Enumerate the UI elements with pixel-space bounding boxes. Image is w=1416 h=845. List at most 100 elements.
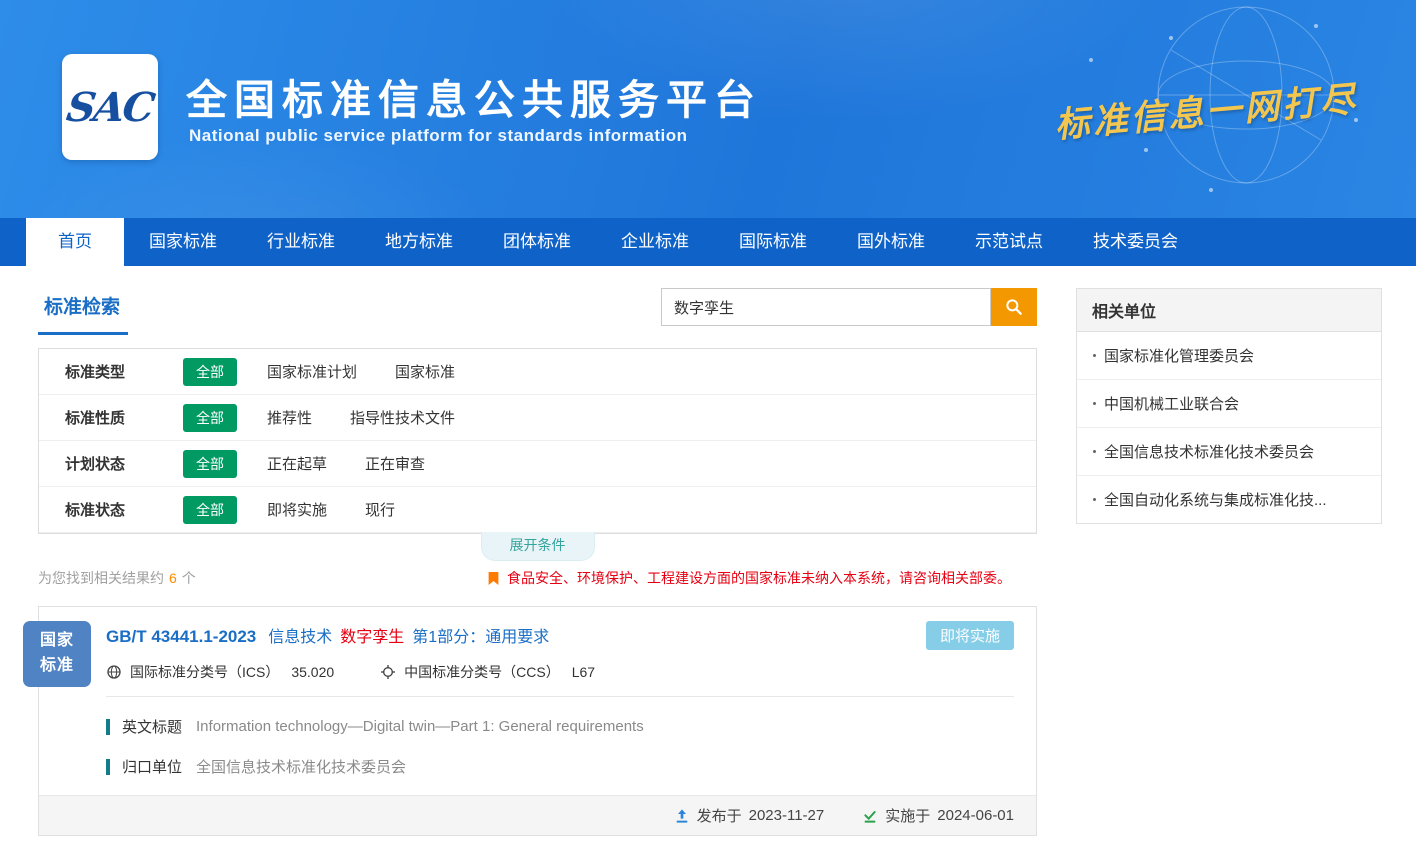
search-row: 标准检索: [38, 288, 1037, 334]
publish-upload-icon: [674, 808, 690, 824]
bullet-icon: [1093, 402, 1096, 405]
nav-item-industry-standards[interactable]: 行业标准: [242, 218, 360, 266]
nav-item-enterprise-standards[interactable]: 企业标准: [596, 218, 714, 266]
filter-label: 计划状态: [65, 453, 183, 474]
nav-item-international-standards[interactable]: 国际标准: [714, 218, 832, 266]
main-column: 标准检索 标准类型 全部 国家标准计划 国家: [38, 288, 1037, 836]
filter-panel: 标准类型 全部 国家标准计划 国家标准 标准性质 全部 推荐性 指导性技术文件 …: [38, 348, 1037, 534]
filter-row-plan-status: 计划状态 全部 正在起草 正在审查: [39, 441, 1036, 487]
results-count-number: 6: [169, 570, 177, 586]
dept-value: 全国信息技术标准化技术委员会: [196, 756, 406, 777]
card-footer: 发布于 2023-11-27 实施于 2024-06-01: [39, 795, 1036, 835]
publish-date: 2023-11-27: [749, 807, 825, 824]
search-icon: [1004, 297, 1024, 317]
related-units-panel: 相关单位 国家标准化管理委员会 中国机械工业联合会 全国信息技术标准化技术委员会…: [1076, 288, 1382, 524]
related-unit-link[interactable]: 中国机械工业联合会: [1077, 380, 1381, 428]
publish-date-item: 发布于 2023-11-27: [674, 805, 825, 826]
globe-icon: [106, 664, 122, 680]
filter-row-standard-status: 标准状态 全部 即将实施 现行: [39, 487, 1036, 533]
related-units-title: 相关单位: [1077, 289, 1381, 332]
crosshair-icon: [380, 664, 396, 680]
standard-type-badge: 国家标准: [23, 621, 91, 687]
content-area: 标准检索 标准类型 全部 国家标准计划 国家: [0, 266, 1416, 836]
search-box: [661, 288, 1037, 326]
related-unit-link[interactable]: 全国信息技术标准化技术委员会: [1077, 428, 1381, 476]
filter-label: 标准性质: [65, 407, 183, 428]
title-segment: 第1部分：通用要求: [412, 629, 549, 646]
ics-label: 国际标准分类号（ICS）: [130, 662, 279, 682]
card-body: GB/T 43441.1-2023信息技术数字孪生第1部分：通用要求 即将实施 …: [39, 607, 1036, 777]
nav-item-technical-committees[interactable]: 技术委员会: [1068, 218, 1203, 266]
filter-row-standard-nature: 标准性质 全部 推荐性 指导性技术文件: [39, 395, 1036, 441]
dept-label: 归口单位: [122, 756, 182, 777]
filter-option-upcoming[interactable]: 即将实施: [267, 499, 327, 520]
site-title: 全国标准信息公共服务平台: [186, 66, 762, 126]
ics-value: 35.020: [291, 664, 334, 680]
english-title-value: Information technology—Digital twin—Part…: [196, 718, 644, 735]
related-unit-name: 中国机械工业联合会: [1104, 393, 1239, 414]
sac-logo-text: SAC: [64, 84, 156, 131]
publish-label: 发布于: [697, 805, 742, 826]
flag-icon: [487, 571, 500, 586]
standard-code: GB/T 43441.1-2023: [106, 627, 256, 646]
result-title-link[interactable]: GB/T 43441.1-2023 信息技术数字孪生第1部分：通用要求 即将实施: [106, 623, 1014, 647]
related-unit-link[interactable]: 国家标准化管理委员会: [1077, 332, 1381, 380]
ccs-label: 中国标准分类号（CCS）: [404, 662, 560, 682]
english-title-label: 英文标题: [122, 716, 182, 737]
filter-label: 标准类型: [65, 361, 183, 382]
accent-bar: [106, 759, 110, 775]
related-unit-link[interactable]: 全国自动化系统与集成标准化技...: [1077, 476, 1381, 523]
system-notice: 食品安全、环境保护、工程建设方面的国家标准未纳入本系统，请咨询相关部委。: [487, 568, 1011, 588]
search-input[interactable]: [661, 288, 991, 326]
filter-row-standard-type: 标准类型 全部 国家标准计划 国家标准: [39, 349, 1036, 395]
nav-item-national-standards[interactable]: 国家标准: [124, 218, 242, 266]
ccs-value: L67: [572, 664, 595, 680]
notice-text: 食品安全、环境保护、工程建设方面的国家标准未纳入本系统，请咨询相关部委。: [507, 568, 1011, 588]
site-header: 标准信息一网打尽 SAC 全国标准信息公共服务平台 National publi…: [0, 0, 1416, 218]
implement-check-icon: [862, 808, 878, 824]
section-title-standard-search: 标准检索: [38, 288, 128, 335]
filter-all-button[interactable]: 全部: [183, 450, 237, 478]
filter-option-under-review[interactable]: 正在审查: [365, 453, 425, 474]
filter-all-button[interactable]: 全部: [183, 496, 237, 524]
filter-label: 标准状态: [65, 499, 183, 520]
filter-option-current[interactable]: 现行: [365, 499, 395, 520]
bullet-icon: [1093, 450, 1096, 453]
divider: [106, 696, 1014, 697]
nav-item-local-standards[interactable]: 地方标准: [360, 218, 478, 266]
results-summary: 为您找到相关结果约 6个 食品安全、环境保护、工程建设方面的国家标准未纳入本系统，…: [38, 568, 1037, 588]
filter-all-button[interactable]: 全部: [183, 404, 237, 432]
site-subtitle: National public service platform for sta…: [189, 126, 687, 146]
filter-option-drafting[interactable]: 正在起草: [267, 453, 327, 474]
results-count-suffix: 个: [182, 570, 196, 586]
filter-option-guiding-technical-document[interactable]: 指导性技术文件: [350, 407, 455, 428]
accent-bar: [106, 719, 110, 735]
dept-row: 归口单位 全国信息技术标准化技术委员会: [106, 756, 1014, 777]
filter-option-recommended[interactable]: 推荐性: [267, 407, 312, 428]
nav-item-home[interactable]: 首页: [26, 218, 124, 266]
classification-row: 国际标准分类号（ICS） 35.020 中国标准分类号（CCS: [106, 662, 1014, 682]
related-unit-name: 全国自动化系统与集成标准化技...: [1104, 489, 1327, 510]
implement-date-item: 实施于 2024-06-01: [862, 805, 1014, 826]
status-badge: 即将实施: [926, 621, 1014, 650]
search-button[interactable]: [991, 288, 1037, 326]
related-unit-name: 国家标准化管理委员会: [1104, 345, 1254, 366]
title-highlight: 数字孪生: [340, 629, 404, 646]
sac-logo[interactable]: SAC: [62, 54, 158, 160]
implement-label: 实施于: [885, 805, 930, 826]
filter-all-button[interactable]: 全部: [183, 358, 237, 386]
title-segment: 信息技术: [268, 629, 332, 646]
results-count-prefix: 为您找到相关结果约: [38, 570, 164, 586]
filter-option-national-standard-plan[interactable]: 国家标准计划: [267, 361, 357, 382]
nav-item-group-standards[interactable]: 团体标准: [478, 218, 596, 266]
nav-item-foreign-standards[interactable]: 国外标准: [832, 218, 950, 266]
english-title-row: 英文标题 Information technology—Digital twin…: [106, 716, 1014, 737]
bullet-icon: [1093, 498, 1096, 501]
ccs-classification: 中国标准分类号（CCS） L67: [380, 662, 595, 682]
nav-item-pilot-projects[interactable]: 示范试点: [950, 218, 1068, 266]
expand-conditions-button[interactable]: 展开条件: [481, 532, 595, 561]
main-nav: 首页 国家标准 行业标准 地方标准 团体标准 企业标准 国际标准 国外标准 示范…: [0, 218, 1416, 266]
filter-option-national-standard[interactable]: 国家标准: [395, 361, 455, 382]
implement-date: 2024-06-01: [937, 807, 1014, 824]
results-count: 为您找到相关结果约 6个: [38, 568, 196, 588]
